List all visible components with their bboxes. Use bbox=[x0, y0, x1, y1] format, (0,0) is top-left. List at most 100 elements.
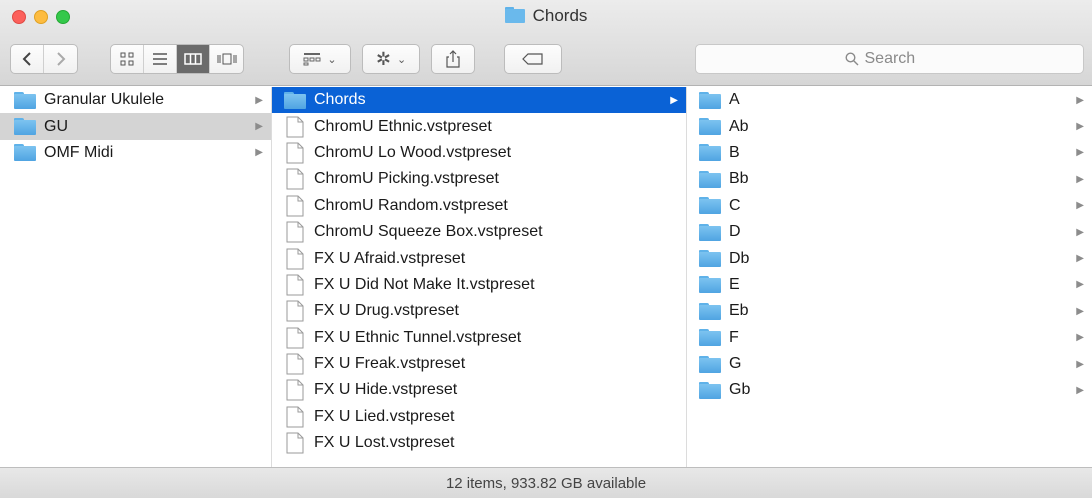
file-row[interactable]: FX U Lied.vstpreset bbox=[272, 404, 686, 430]
cover-flow-button[interactable] bbox=[210, 45, 243, 73]
disclosure-arrow-icon: ▶ bbox=[255, 121, 263, 133]
folder-row[interactable]: D ▶ bbox=[687, 219, 1092, 245]
folder-row[interactable]: Bb ▶ bbox=[687, 166, 1092, 192]
item-label: OMF Midi bbox=[44, 143, 114, 161]
item-label: Db bbox=[729, 249, 750, 267]
folder-row[interactable]: Ab ▶ bbox=[687, 113, 1092, 139]
document-icon bbox=[286, 432, 304, 454]
folder-icon bbox=[699, 197, 721, 215]
document-icon bbox=[286, 142, 304, 164]
folder-row[interactable]: Db ▶ bbox=[687, 245, 1092, 271]
file-row[interactable]: FX U Drug.vstpreset bbox=[272, 298, 686, 324]
folder-row[interactable]: Chords ▶ bbox=[272, 87, 686, 114]
item-label: Ab bbox=[729, 117, 749, 135]
folder-icon bbox=[699, 91, 721, 109]
document-icon bbox=[286, 248, 304, 270]
item-label: FX U Afraid.vstpreset bbox=[314, 249, 466, 267]
disclosure-arrow-icon: ▶ bbox=[1076, 332, 1084, 344]
folder-icon bbox=[14, 144, 36, 162]
disclosure-arrow-icon: ▶ bbox=[1076, 358, 1084, 370]
disclosure-arrow-icon: ▶ bbox=[1076, 173, 1084, 185]
document-icon bbox=[286, 406, 304, 428]
folder-row[interactable]: C ▶ bbox=[687, 193, 1092, 219]
arrange-icon bbox=[303, 53, 321, 66]
file-row[interactable]: ChromU Squeeze Box.vstpreset bbox=[272, 219, 686, 245]
disclosure-arrow-icon: ▶ bbox=[255, 147, 263, 159]
item-label: ChromU Squeeze Box.vstpreset bbox=[314, 223, 543, 241]
forward-icon bbox=[56, 52, 65, 66]
folder-row[interactable]: A ▶ bbox=[687, 87, 1092, 113]
folder-icon bbox=[699, 302, 721, 320]
disclosure-arrow-icon: ▶ bbox=[1076, 121, 1084, 133]
document-icon bbox=[286, 221, 304, 243]
file-row[interactable]: FX U Afraid.vstpreset bbox=[272, 245, 686, 271]
folder-row[interactable]: F ▶ bbox=[687, 325, 1092, 351]
action-button[interactable]: ✲ ⌄ bbox=[362, 44, 420, 74]
file-row[interactable]: FX U Hide.vstpreset bbox=[272, 377, 686, 403]
document-icon bbox=[286, 379, 304, 401]
file-row[interactable]: FX U Lost.vstpreset bbox=[272, 430, 686, 456]
file-row[interactable]: FX U Freak.vstpreset bbox=[272, 351, 686, 377]
search-icon bbox=[844, 52, 858, 66]
icon-view-button[interactable] bbox=[111, 45, 144, 73]
folder-icon bbox=[14, 91, 36, 109]
file-row[interactable]: ChromU Random.vstpreset bbox=[272, 193, 686, 219]
column-view-button[interactable] bbox=[177, 45, 210, 73]
folder-row[interactable]: E ▶ bbox=[687, 272, 1092, 298]
share-button[interactable] bbox=[431, 44, 475, 74]
folder-icon bbox=[699, 144, 721, 162]
cover-flow-icon bbox=[217, 53, 236, 65]
back-icon bbox=[22, 52, 31, 66]
search-input[interactable] bbox=[864, 50, 935, 68]
column-2[interactable]: Chords ▶ ChromU Ethnic.vstpreset ChromU Lo … bbox=[272, 87, 687, 467]
document-icon bbox=[286, 116, 304, 138]
search-field[interactable] bbox=[695, 44, 1084, 74]
item-label: Gb bbox=[729, 381, 751, 399]
column-1[interactable]: Granular Ukulele ▶ GU ▶ OMF Midi ▶ bbox=[0, 87, 272, 467]
folder-icon bbox=[699, 329, 721, 347]
file-row[interactable]: ChromU Picking.vstpreset bbox=[272, 166, 686, 192]
item-label: FX U Lost.vstpreset bbox=[314, 434, 455, 452]
item-label: FX U Freak.vstpreset bbox=[314, 355, 466, 373]
back-button[interactable] bbox=[11, 45, 44, 73]
item-label: D bbox=[729, 223, 741, 241]
item-label: C bbox=[729, 196, 741, 214]
status-bar: 12 items, 933.82 GB available bbox=[0, 467, 1092, 498]
folder-row[interactable]: B ▶ bbox=[687, 140, 1092, 166]
item-label: Eb bbox=[729, 302, 749, 320]
file-row[interactable]: FX U Did Not Make It.vstpreset bbox=[272, 272, 686, 298]
document-icon bbox=[286, 168, 304, 190]
folder-row[interactable]: Gb ▶ bbox=[687, 377, 1092, 403]
document-icon bbox=[286, 195, 304, 217]
folder-row[interactable]: GU ▶ bbox=[0, 113, 271, 140]
tag-button[interactable] bbox=[504, 44, 562, 74]
disclosure-arrow-icon: ▶ bbox=[1076, 94, 1084, 106]
folder-icon bbox=[699, 381, 721, 399]
document-icon bbox=[286, 353, 304, 375]
file-row[interactable]: FX U Ethnic Tunnel.vstpreset bbox=[272, 325, 686, 351]
column-3[interactable]: A ▶ Ab ▶ B ▶ Bb ▶ C ▶ D ▶ Db ▶ E ▶ Eb ▶ F ▶ G ▶ Gb ▶ bbox=[687, 87, 1092, 467]
disclosure-arrow-icon: ▶ bbox=[1076, 384, 1084, 396]
share-icon bbox=[446, 50, 460, 68]
folder-icon bbox=[504, 7, 525, 28]
arrange-button[interactable]: ⌄ bbox=[289, 44, 351, 74]
view-mode-group bbox=[110, 44, 244, 74]
disclosure-arrow-icon: ▶ bbox=[1076, 279, 1084, 291]
folder-icon bbox=[699, 118, 721, 136]
folder-row[interactable]: OMF Midi ▶ bbox=[0, 140, 271, 166]
file-row[interactable]: ChromU Lo Wood.vstpreset bbox=[272, 140, 686, 166]
column-browser: Granular Ukulele ▶ GU ▶ OMF Midi ▶ Chords ▶ Chr… bbox=[0, 87, 1092, 467]
item-label: F bbox=[729, 328, 739, 346]
folder-row[interactable]: Granular Ukulele ▶ bbox=[0, 87, 271, 113]
chevron-down-icon: ⌄ bbox=[327, 53, 337, 66]
list-view-button[interactable] bbox=[144, 45, 177, 73]
folder-row[interactable]: G ▶ bbox=[687, 351, 1092, 377]
item-label: Chords bbox=[314, 91, 366, 109]
chevron-down-icon: ⌄ bbox=[396, 53, 407, 66]
disclosure-arrow-icon: ▶ bbox=[1076, 253, 1084, 265]
item-label: ChromU Ethnic.vstpreset bbox=[314, 117, 492, 135]
item-label: FX U Ethnic Tunnel.vstpreset bbox=[314, 328, 522, 346]
file-row[interactable]: ChromU Ethnic.vstpreset bbox=[272, 113, 686, 139]
forward-button[interactable] bbox=[44, 45, 77, 73]
folder-row[interactable]: Eb ▶ bbox=[687, 298, 1092, 324]
